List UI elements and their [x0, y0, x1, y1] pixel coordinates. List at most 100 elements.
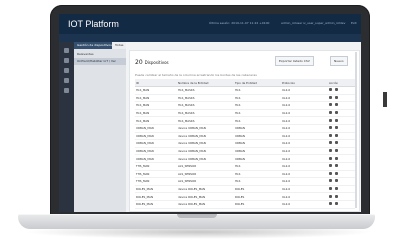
- chart-icon[interactable]: [64, 68, 69, 73]
- delete-icon[interactable]: [335, 133, 338, 137]
- table-row[interactable]: URBAN_MAN device URBAN_MAN URBAN UL2-0: [135, 124, 355, 133]
- edit-icon[interactable]: [329, 126, 332, 130]
- row-actions: [328, 86, 355, 95]
- table-row[interactable]: URBAN_MAN device URBAN_MAN URBAN UL2-0: [135, 154, 355, 163]
- edit-icon[interactable]: [329, 118, 332, 122]
- table-cell: URBAN_MAN: [135, 132, 177, 141]
- edit-icon[interactable]: [329, 202, 332, 206]
- nav-item-onplant[interactable]: OnPlant/Habilitar IoT / Ver: [74, 58, 126, 65]
- table-cell: HLS: [234, 162, 281, 171]
- edit-icon[interactable]: [329, 88, 332, 92]
- table-cell: ROLES_MAN: [135, 185, 177, 194]
- delete-icon[interactable]: [335, 126, 338, 130]
- icon-rail: [59, 42, 74, 212]
- home-icon[interactable]: [64, 48, 69, 53]
- export-csv-button[interactable]: Exportar listado CSV: [275, 56, 314, 66]
- table-cell: ROLES: [234, 200, 281, 209]
- table-cell: device URBAN_MAN: [177, 124, 234, 133]
- logout-link[interactable]: Exit: [351, 21, 357, 25]
- edit-icon[interactable]: [329, 141, 332, 145]
- row-actions: [328, 162, 355, 171]
- delete-icon[interactable]: [335, 156, 338, 160]
- col-protocol[interactable]: Protocolo: [281, 79, 328, 87]
- table-row[interactable]: ROLES_MAN device ROLES_MAN ROLES UL2-0: [135, 200, 355, 209]
- table-row[interactable]: THS_MAN ALS_SENSOR HLS UL2-0: [135, 177, 355, 186]
- table-row[interactable]: HLS_MAN HLS_MASKS HLS UL2-0: [135, 94, 355, 103]
- delete-icon[interactable]: [335, 179, 338, 183]
- table-cell: HLS: [234, 94, 281, 103]
- table-cell: UL2-0: [281, 139, 328, 148]
- table-cell: HLS_MASKS: [177, 101, 234, 110]
- delete-icon[interactable]: [335, 187, 338, 191]
- table-cell: UL2-0: [281, 192, 328, 201]
- table-cell: HLS: [234, 170, 281, 179]
- table-cell: HLS_MAN: [135, 101, 177, 110]
- table-cell: ALS_SENSOR: [177, 170, 234, 179]
- delete-icon[interactable]: [335, 149, 338, 153]
- edit-icon[interactable]: [329, 103, 332, 107]
- table-cell: UL2-0: [281, 177, 328, 186]
- col-id[interactable]: ID: [135, 79, 177, 87]
- delete-icon[interactable]: [335, 95, 338, 99]
- edit-icon[interactable]: [329, 187, 332, 191]
- edit-icon[interactable]: [329, 149, 332, 153]
- table-row[interactable]: ROLES_MAN device ROLES_MAN ROLES UL2-0: [135, 192, 355, 201]
- user-name[interactable]: admin_iotuser: [281, 21, 302, 25]
- edit-icon[interactable]: [329, 194, 332, 198]
- edit-icon[interactable]: [329, 95, 332, 99]
- table-cell: URBAN: [234, 124, 281, 133]
- edit-icon[interactable]: [329, 179, 332, 183]
- delete-icon[interactable]: [335, 171, 338, 175]
- settings-icon[interactable]: [64, 78, 69, 83]
- delete-icon[interactable]: [335, 103, 338, 107]
- table-row[interactable]: URBAN_MAN device URBAN_MAN URBAN UL2-0: [135, 132, 355, 141]
- org-name[interactable]: iv_user_super_admin_iotdev: [303, 21, 349, 25]
- table-cell: device ROLES_MAN: [177, 192, 234, 201]
- table-cell: HLS_MAN: [135, 116, 177, 125]
- edit-icon[interactable]: [329, 156, 332, 160]
- delete-icon[interactable]: [335, 194, 338, 198]
- delete-icon[interactable]: [335, 111, 338, 115]
- edit-icon[interactable]: [329, 111, 332, 115]
- table-row[interactable]: URBAN_MAN device URBAN_MAN URBAN UL2-0: [135, 147, 355, 156]
- table-row[interactable]: HLS_MAN HLS_MASKS HLS UL2-0: [135, 101, 355, 110]
- tab-device-management[interactable]: Gestión de dispositivos: [74, 42, 115, 49]
- table-row[interactable]: HLS_MAN HLS_MASKS HLS UL2-0: [135, 116, 355, 125]
- scrollbar[interactable]: [355, 52, 357, 208]
- table-cell: URBAN: [234, 132, 281, 141]
- table-row[interactable]: URBAN_MAN device URBAN_MAN URBAN UL2-0: [135, 139, 355, 148]
- tab-all[interactable]: Todas: [112, 42, 127, 49]
- text-cursor: [383, 92, 387, 107]
- table-cell: UL2-0: [281, 170, 328, 179]
- edit-icon[interactable]: [329, 171, 332, 175]
- table-row[interactable]: THS_MAN ALS_SENSOR HLS UL2-0: [135, 162, 355, 171]
- new-device-button[interactable]: Nuevo: [330, 56, 348, 66]
- col-entity-name[interactable]: Nombre de la Entidad: [177, 79, 234, 87]
- delete-icon[interactable]: [335, 118, 338, 122]
- table-cell: HLS_MASKS: [177, 109, 234, 118]
- delete-icon[interactable]: [335, 88, 338, 92]
- table-cell: URBAN_MAN: [135, 154, 177, 163]
- devices-icon[interactable]: [64, 58, 69, 63]
- row-actions: [328, 177, 355, 186]
- table-cell: ROLES: [234, 185, 281, 194]
- devices-title: Dispositivos: [144, 60, 169, 65]
- table-cell: THS_MAN: [135, 177, 177, 186]
- table-row[interactable]: ROLES_MAN device ROLES_MAN ROLES UL2-0: [135, 185, 355, 194]
- table-row[interactable]: HLS_MAN HLS_MASKS HLS UL2-0: [135, 109, 355, 118]
- row-actions: [328, 200, 355, 209]
- table-cell: ROLES: [234, 192, 281, 201]
- delete-icon[interactable]: [335, 202, 338, 206]
- col-entity-type[interactable]: Tipo de Entidad: [234, 79, 281, 87]
- table-cell: URBAN_MAN: [135, 124, 177, 133]
- table-cell: HLS_MAN: [135, 86, 177, 95]
- table-cell: device URBAN_MAN: [177, 154, 234, 163]
- delete-icon[interactable]: [335, 141, 338, 145]
- table-row[interactable]: HLS_MAN HLS_MASKS HLS UL2-0: [135, 86, 355, 95]
- user-icon[interactable]: [64, 88, 69, 93]
- table-row[interactable]: THS_MAN ALS_SENSOR HLS UL2-0: [135, 170, 355, 179]
- edit-icon[interactable]: [329, 164, 332, 168]
- edit-icon[interactable]: [329, 133, 332, 137]
- delete-icon[interactable]: [335, 164, 338, 168]
- table-cell: THS_MAN: [135, 162, 177, 171]
